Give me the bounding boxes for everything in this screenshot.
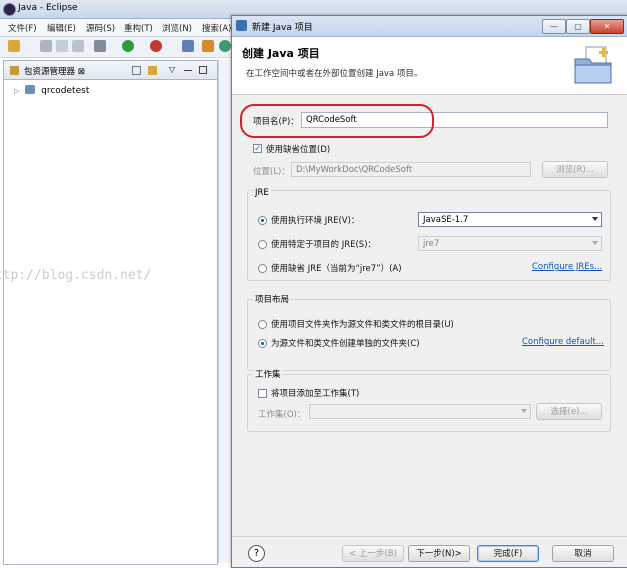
next-annotation-icon[interactable]: [219, 40, 231, 52]
maximize-icon[interactable]: [199, 66, 207, 74]
debug-icon[interactable]: [94, 40, 106, 52]
package-explorer-tab-label: 包资源管理器 ⊠: [24, 67, 85, 77]
default-jre-label: 使用缺省 JRE（当前为“jre7”）(A): [271, 264, 402, 274]
working-sets-group-title: 工作集: [253, 368, 283, 380]
watermark-text: http://blog.csdn.net/: [0, 268, 152, 283]
view-menu-icon[interactable]: ▽: [169, 65, 175, 74]
collapse-all-icon[interactable]: [132, 66, 141, 75]
highlight-annotation-ring: [240, 104, 434, 138]
menu-navigate[interactable]: 浏览(N): [162, 22, 192, 34]
external-tools-icon[interactable]: [150, 40, 162, 52]
dialog-app-icon: [236, 20, 247, 31]
radio-project-jre[interactable]: [258, 240, 267, 249]
exec-env-selected-value: JavaSE-1.7: [423, 215, 469, 225]
dialog-title-bar: 新建 Java 项目 — ▢ ✕: [232, 16, 627, 37]
radio-separate-folders[interactable]: [258, 339, 267, 348]
menu-source[interactable]: 源码(S): [86, 22, 115, 34]
package-explorer-tab[interactable]: 包资源管理器 ⊠ ▽: [4, 61, 217, 80]
menu-file[interactable]: 文件(F): [8, 22, 37, 34]
radio-default-jre[interactable]: [258, 264, 267, 273]
working-sets-label: 工作集(O)：: [258, 410, 306, 420]
select-working-sets-button: 选择(e)...: [536, 403, 602, 420]
new-project-folder-icon: [574, 46, 612, 84]
header-title: 创建 Java 项目: [242, 47, 320, 60]
location-input: D:\MyWorkDoc\QRCodeSoft: [291, 162, 531, 177]
configure-jres-link[interactable]: Configure JREs...: [532, 262, 602, 272]
save-all-icon[interactable]: [56, 40, 68, 52]
project-jre-select: jre7: [418, 236, 602, 251]
menu-edit[interactable]: 编辑(E): [47, 22, 76, 34]
add-to-working-set-checkbox[interactable]: [258, 389, 267, 398]
footer-separator: [232, 536, 627, 537]
new-java-project-dialog: 新建 Java 项目 — ▢ ✕ 创建 Java 项目 在工作空间中或者在外部位…: [231, 15, 627, 568]
print-icon[interactable]: [72, 40, 84, 52]
project-jre-label: 使用特定于项目的 JRE(S)：: [271, 240, 377, 250]
project-jre-selected-value: jre7: [423, 239, 440, 249]
finish-button[interactable]: 完成(F): [477, 545, 539, 562]
next-button[interactable]: 下一步(N)>: [408, 545, 470, 562]
minimize-icon[interactable]: [184, 70, 192, 71]
dialog-header: 创建 Java 项目 在工作空间中或者在外部位置创建 Java 项目。: [232, 37, 627, 95]
radio-single-folder[interactable]: [258, 320, 267, 329]
browse-button: 浏览(R)...: [542, 161, 608, 178]
header-description: 在工作空间中或者在外部位置创建 Java 项目。: [246, 69, 423, 79]
tree-expand-icon[interactable]: ▷: [14, 87, 19, 95]
exec-env-label: 使用执行环境 JRE(V)：: [271, 216, 360, 226]
minimize-button[interactable]: —: [542, 19, 566, 34]
chevron-down-icon: [592, 217, 598, 221]
save-icon[interactable]: [40, 40, 52, 52]
use-default-location-checkbox[interactable]: ✓: [253, 144, 262, 153]
cancel-button[interactable]: 取消: [552, 545, 614, 562]
maximize-button[interactable]: ▢: [566, 19, 590, 34]
location-label: 位置(L)：: [253, 167, 290, 177]
project-layout-group-title: 项目布局: [253, 293, 292, 305]
new-file-icon[interactable]: [8, 40, 20, 52]
jre-group-title: JRE: [253, 188, 271, 198]
open-type-icon[interactable]: [182, 40, 194, 52]
exec-env-select[interactable]: JavaSE-1.7: [418, 212, 602, 227]
separate-folders-label: 为源文件和类文件创建单独的文件夹(C): [271, 339, 420, 349]
working-sets-select: [309, 404, 531, 419]
menu-search[interactable]: 搜索(A): [202, 22, 231, 34]
java-project-icon: [25, 85, 36, 94]
dialog-title: 新建 Java 项目: [252, 23, 313, 33]
add-to-working-set-label: 将项目添加至工作集(T): [271, 389, 360, 399]
tree-item-project[interactable]: qrcodetest: [41, 86, 89, 96]
eclipse-window-title: Java - Eclipse: [18, 3, 78, 13]
configure-default-link[interactable]: Configure default...: [522, 337, 604, 347]
run-icon[interactable]: [122, 40, 134, 52]
chevron-down-icon: [592, 241, 598, 245]
help-icon[interactable]: ?: [248, 545, 265, 562]
project-tree: ▷ qrcodetest: [14, 85, 89, 96]
project-layout-group: [247, 299, 611, 371]
close-button[interactable]: ✕: [590, 19, 624, 34]
link-editor-icon[interactable]: [148, 66, 157, 75]
single-folder-label: 使用项目文件夹作为源文件和类文件的根目录(U): [271, 320, 454, 330]
back-button: < 上一步(B): [342, 545, 404, 562]
eclipse-logo-icon: [3, 3, 16, 16]
chevron-down-icon: [521, 409, 527, 413]
search-icon[interactable]: [202, 40, 214, 52]
use-default-location-label: 使用缺省位置(D): [266, 145, 331, 155]
radio-exec-env[interactable]: [258, 216, 267, 225]
package-explorer-panel: 包资源管理器 ⊠ ▽ ▷ qrcodetest: [3, 60, 218, 565]
menu-refactor[interactable]: 重构(T): [124, 22, 153, 34]
package-icon: [10, 66, 19, 75]
